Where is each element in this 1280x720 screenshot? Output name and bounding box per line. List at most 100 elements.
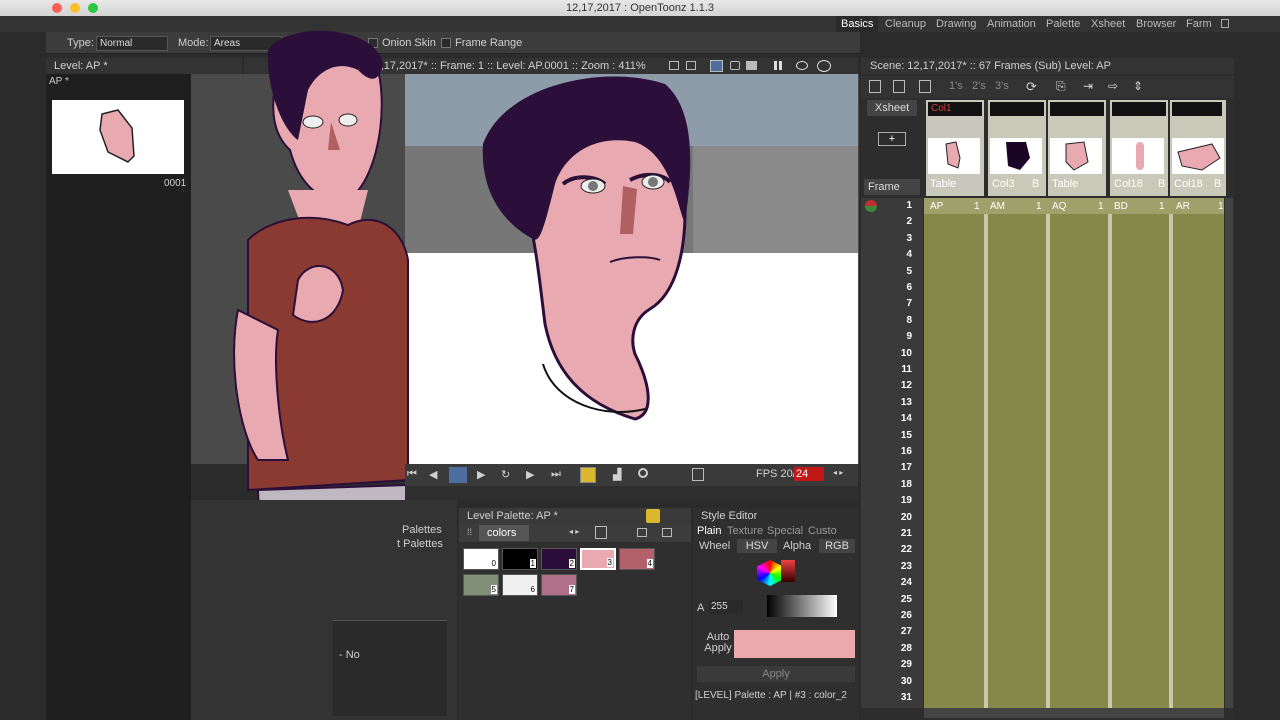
frame-number[interactable]: 4 xyxy=(852,249,912,260)
cell-level-name[interactable]: AP xyxy=(930,201,943,212)
power-icon[interactable] xyxy=(646,509,660,523)
style-tab-custom[interactable]: Custo xyxy=(808,525,837,537)
frame-number[interactable]: 24 xyxy=(852,577,912,588)
wheel-toggle[interactable]: Wheel xyxy=(699,540,730,552)
style-tab-special[interactable]: Special xyxy=(767,525,803,537)
frame-number[interactable]: 12 xyxy=(852,380,912,391)
insert-icon[interactable]: ⇥ xyxy=(1083,79,1093,93)
maximize-window-button[interactable] xyxy=(88,3,98,13)
xsheet-column-header-4[interactable]: Col18 B xyxy=(1110,100,1168,196)
grid-icon[interactable] xyxy=(686,61,696,70)
first-frame-button[interactable]: ⏮ xyxy=(407,468,417,481)
frame-number[interactable]: 11 xyxy=(852,364,912,375)
frame-number[interactable]: 28 xyxy=(852,643,912,654)
color-wheel[interactable] xyxy=(757,560,783,586)
frame-number[interactable]: 15 xyxy=(852,430,912,441)
style-chip-6[interactable]: 6 xyxy=(502,574,538,596)
minimize-window-button[interactable] xyxy=(70,3,80,13)
close-window-button[interactable] xyxy=(52,3,62,13)
room-tab-drawing[interactable]: Drawing xyxy=(931,16,981,32)
histogram-icon[interactable]: ▟ xyxy=(613,468,621,481)
eye-outline-icon[interactable] xyxy=(817,60,831,72)
frame-number[interactable]: 23 xyxy=(852,561,912,572)
new-vector-level-icon[interactable] xyxy=(869,80,881,93)
view-mode-icon[interactable] xyxy=(637,528,647,537)
frame-number[interactable]: 20 xyxy=(852,512,912,523)
column-name[interactable]: Col1 xyxy=(928,102,982,116)
level-strip-frame-thumbnail[interactable] xyxy=(52,100,184,174)
style-tab-texture[interactable]: Texture xyxy=(727,525,763,537)
palette-none-item[interactable]: - No xyxy=(339,649,360,661)
frame-number[interactable]: 26 xyxy=(852,610,912,621)
cell-level-name[interactable]: AQ xyxy=(1052,201,1066,212)
column-name-empty[interactable] xyxy=(1050,102,1104,116)
room-tab-basics[interactable]: Basics xyxy=(836,16,879,32)
locator-icon[interactable] xyxy=(692,468,704,481)
alpha-toggle[interactable]: Alpha xyxy=(783,540,811,552)
project-palettes-item[interactable]: t Palettes xyxy=(397,538,443,550)
style-chip-5[interactable]: 5 xyxy=(463,574,499,596)
step-3-button[interactable]: 3's xyxy=(995,80,1009,92)
xsheet-vertical-scrollbar[interactable] xyxy=(1225,198,1233,708)
camera-stand-icon[interactable] xyxy=(710,60,723,72)
cell-level-name[interactable]: AM xyxy=(990,201,1005,212)
style-chip-0[interactable]: 0 xyxy=(463,548,499,570)
prev-frame-button[interactable]: ◀ xyxy=(429,468,437,481)
sound-icon[interactable] xyxy=(580,467,596,483)
fill-empty-icon[interactable]: ⇨ xyxy=(1108,79,1118,93)
style-chip-7[interactable]: 7 xyxy=(541,574,577,596)
palette-grid-icon[interactable]: ⁞⁞ xyxy=(467,527,472,537)
xsheet-column-header-3[interactable]: Table xyxy=(1048,100,1106,196)
style-chip-4[interactable]: 4 xyxy=(619,548,655,570)
value-slider[interactable] xyxy=(781,560,795,582)
frame-number[interactable]: 30 xyxy=(852,676,912,687)
frame-number[interactable]: 27 xyxy=(852,626,912,637)
xsheet-column-header-1[interactable]: Col1 Table xyxy=(926,100,984,196)
loop-button[interactable]: ↻ xyxy=(501,468,510,481)
swing-icon[interactable]: ⇕ xyxy=(1133,79,1143,93)
duplicate-icon[interactable]: ⎘ xyxy=(1056,79,1066,94)
frame-number[interactable]: 6 xyxy=(852,282,912,293)
frame-number[interactable]: 5 xyxy=(852,266,912,277)
xsheet-horizontal-scrollbar[interactable] xyxy=(924,708,1224,718)
frame-number[interactable]: 14 xyxy=(852,413,912,424)
eye-icon[interactable] xyxy=(796,61,808,70)
brush-icon[interactable] xyxy=(730,61,740,70)
step-2-button[interactable]: 2's xyxy=(972,80,986,92)
hsv-toggle[interactable]: HSV xyxy=(737,539,777,553)
pause-button[interactable] xyxy=(449,467,467,483)
frame-number[interactable]: 3 xyxy=(852,233,912,244)
preview-toggle-icon[interactable] xyxy=(669,61,679,70)
frame-number[interactable]: 31 xyxy=(852,692,912,703)
frame-number[interactable]: 8 xyxy=(852,315,912,326)
xsheet-tab[interactable]: Xsheet xyxy=(867,100,917,116)
xsheet-column-header-5[interactable]: Col18 B xyxy=(1170,100,1226,196)
new-raster-level-icon[interactable] xyxy=(919,80,931,93)
frame-number[interactable]: 16 xyxy=(852,446,912,457)
next-frame-button[interactable]: ▶ xyxy=(526,468,534,481)
frame-scrollbar[interactable] xyxy=(405,486,858,500)
column-name-empty[interactable] xyxy=(1172,102,1222,116)
lock-icon[interactable] xyxy=(1221,19,1229,28)
palette-page-tab-colors[interactable]: colors xyxy=(479,525,529,541)
frame-number[interactable]: 7 xyxy=(852,298,912,309)
new-toonz-level-icon[interactable] xyxy=(893,80,905,93)
style-chip-3-selected[interactable]: 3 xyxy=(580,548,616,570)
frame-range-checkbox[interactable] xyxy=(441,38,451,48)
frame-number[interactable]: 17 xyxy=(852,462,912,473)
play-button[interactable]: ▶ xyxy=(477,468,485,481)
frame-number[interactable]: 21 xyxy=(852,528,912,539)
room-tab-farm[interactable]: Farm xyxy=(1181,16,1217,32)
frame-number[interactable]: 22 xyxy=(852,544,912,555)
camera-icon[interactable] xyxy=(746,61,757,70)
column-name-empty[interactable] xyxy=(1112,102,1166,116)
frame-number[interactable]: 29 xyxy=(852,659,912,670)
frame-number[interactable]: 9 xyxy=(852,331,912,342)
palettes-item[interactable]: Palettes xyxy=(402,524,442,536)
room-tab-browser[interactable]: Browser xyxy=(1131,16,1181,32)
frame-zoom-select[interactable]: Frame xyxy=(864,179,920,195)
frame-number[interactable]: 25 xyxy=(852,594,912,605)
palette-list[interactable]: - No xyxy=(333,620,447,716)
step-1-button[interactable]: 1's xyxy=(949,80,963,92)
apply-button[interactable]: Apply xyxy=(697,666,855,682)
